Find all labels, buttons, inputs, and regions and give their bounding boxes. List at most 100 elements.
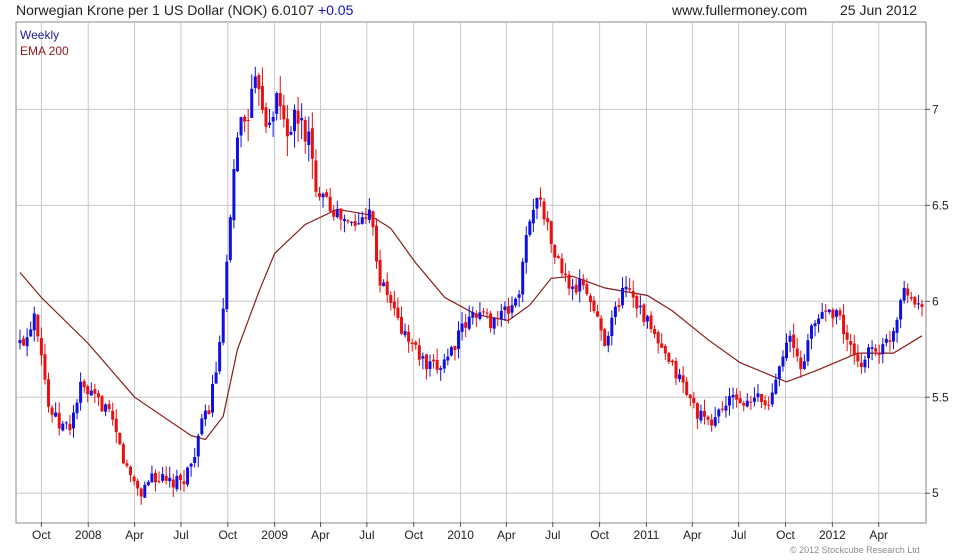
candle-down [795,348,799,357]
candle-down [631,290,635,298]
candle-up [168,477,172,482]
candle-down [282,105,286,120]
candle-down [596,311,600,317]
candle-up [891,331,895,342]
candle-up [143,484,147,498]
candle-down [485,312,489,314]
candle-up [350,221,354,223]
candle-down [121,444,125,464]
candle-down [913,297,917,305]
candle-up [235,137,239,172]
candle-down [139,488,143,497]
candle-down [453,345,457,351]
candle-up [802,361,806,369]
x-tick-label: Oct [590,528,609,542]
candle-down [670,360,674,363]
candle-up [211,384,215,413]
candle-up [638,305,642,308]
candle-down [852,343,856,355]
candle-down [285,118,289,137]
x-tick-label: Apr [869,528,888,542]
candle-up [578,278,582,292]
candle-down [799,357,803,370]
candle-up [770,392,774,405]
candle-down [178,474,182,481]
candle-up [717,409,721,417]
candle-down [317,193,321,197]
candle-down [792,334,796,348]
x-tick-label: Jul [731,528,746,542]
candle-up [510,305,514,313]
candle-up [827,309,831,313]
candle-down [392,301,396,309]
candle-up [275,93,279,114]
candle-down [695,403,699,419]
x-tick-label: Apr [497,528,516,542]
candle-up [863,359,867,368]
candle-up [613,306,617,318]
candle-up [817,318,821,324]
candle-down [417,345,421,360]
candle-down [635,295,639,309]
candle-up [29,329,33,337]
candle-up [335,209,339,218]
candle-down [588,295,592,303]
candle-up [175,476,179,490]
candle-up [884,338,888,343]
candle-down [877,352,881,356]
candle-up [699,410,703,421]
candle-up [834,310,838,317]
candle-up [104,404,108,412]
candle-up [806,340,810,362]
x-tick-label: Apr [683,528,702,542]
candle-up [150,473,154,483]
candle-up [645,316,649,322]
candle-up [239,117,243,136]
candle-up [774,379,778,394]
candle-down [581,279,585,286]
candle-down [489,313,493,329]
candle-down [364,217,368,219]
candle-up [268,122,272,126]
candle-down [603,329,607,346]
candle-down [243,116,247,122]
candle-up [499,310,503,320]
candle-down [332,209,336,217]
candle-up [442,359,446,369]
candle-down [856,354,860,362]
candle-down [592,300,596,312]
candle-up [214,372,218,384]
candle-down [346,220,350,222]
candle-down [432,359,436,362]
x-tick-label: Jul [545,528,560,542]
x-tick-label: 2010 [447,528,474,542]
candle-up [916,303,920,305]
candle-down [246,119,250,121]
x-tick-label: 2011 [634,528,660,542]
candle-up [200,418,204,435]
candle-down [681,375,685,383]
candle-down [735,394,739,400]
candle-down [50,407,54,415]
candle-up [713,417,717,426]
candle-up [61,423,65,431]
candle-down [474,313,478,318]
candle-up [25,337,29,347]
candle-down [496,318,500,320]
candle-up [606,335,610,346]
candle-up [867,347,871,359]
x-tick-label: Jul [359,528,374,542]
candle-up [367,209,371,220]
candle-up [161,474,165,481]
candle-up [870,347,874,349]
candle-up [146,481,150,486]
candle-up [300,117,304,121]
legend-weekly: Weekly [20,28,60,42]
candle-up [820,312,824,319]
candle-up [271,116,275,122]
candle-up [360,217,364,224]
candle-down [157,481,161,483]
candle-down [688,394,692,399]
candle-up [357,223,361,225]
candle-up [457,330,461,349]
